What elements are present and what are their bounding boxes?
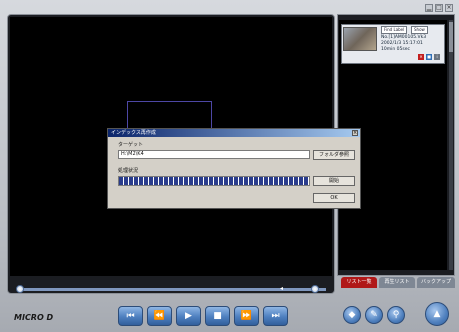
tab-playlist[interactable]: 再生リスト [379,277,415,288]
close-button[interactable]: × [445,4,453,12]
dialog-title: インデックス再作成 [108,129,360,137]
recording-thumbnail[interactable] [343,27,377,51]
find-label-button[interactable]: Find Label [381,26,408,34]
tab-backup[interactable]: バックアップ [417,277,455,288]
show-button[interactable]: Show [411,26,428,34]
eject-icon[interactable]: ▲ [425,302,449,326]
navigate-icon[interactable]: ◆ [343,306,361,324]
tool-icon[interactable]: ✎ [365,306,383,324]
browse-folder-button[interactable]: フォルダ参照 [313,150,355,160]
timeline-position-marker[interactable]: ◂ [280,285,283,292]
recording-datetime: 2002/1/3 15:17:01 [381,41,423,46]
delete-icon[interactable]: ✕ [418,54,424,60]
progress-bar [118,176,310,186]
list-scrollbar-thumb[interactable] [449,22,453,52]
skip-first-button[interactable]: ⏮ [118,306,143,326]
start-button[interactable]: 開始 [313,176,355,186]
minimize-button[interactable]: ▁ [425,4,433,12]
timeline-start-handle[interactable] [16,285,24,293]
target-label: ターゲット [118,142,144,148]
skip-last-button[interactable]: ⏭ [263,306,288,326]
stop-button[interactable]: ■ [205,306,230,326]
search-icon[interactable]: ⚲ [387,306,405,324]
progress-label: 処理状況 [118,168,139,174]
brand-logo: MICRO D [14,313,54,322]
recording-filename: No.[1]AM00105.Vk3 [381,35,427,40]
play-button[interactable]: ▶ [176,306,201,326]
progress-fill [119,177,309,185]
lock-icon[interactable]: ■ [426,54,432,60]
recording-duration: 10min 05sec [381,47,410,52]
dialog-close-icon[interactable]: × [352,130,358,136]
tab-list[interactable]: リスト一覧 [341,277,377,288]
rewind-button[interactable]: ⏪ [147,306,172,326]
info-icon[interactable]: i [434,54,440,60]
maximize-button[interactable]: □ [435,4,443,12]
target-field[interactable]: H:\M2\K4 [118,150,310,159]
fast-forward-button[interactable]: ⏩ [234,306,259,326]
ok-button[interactable]: OK [313,193,355,203]
timeline-end-handle[interactable] [311,285,319,293]
list-scrollbar[interactable] [449,20,453,270]
